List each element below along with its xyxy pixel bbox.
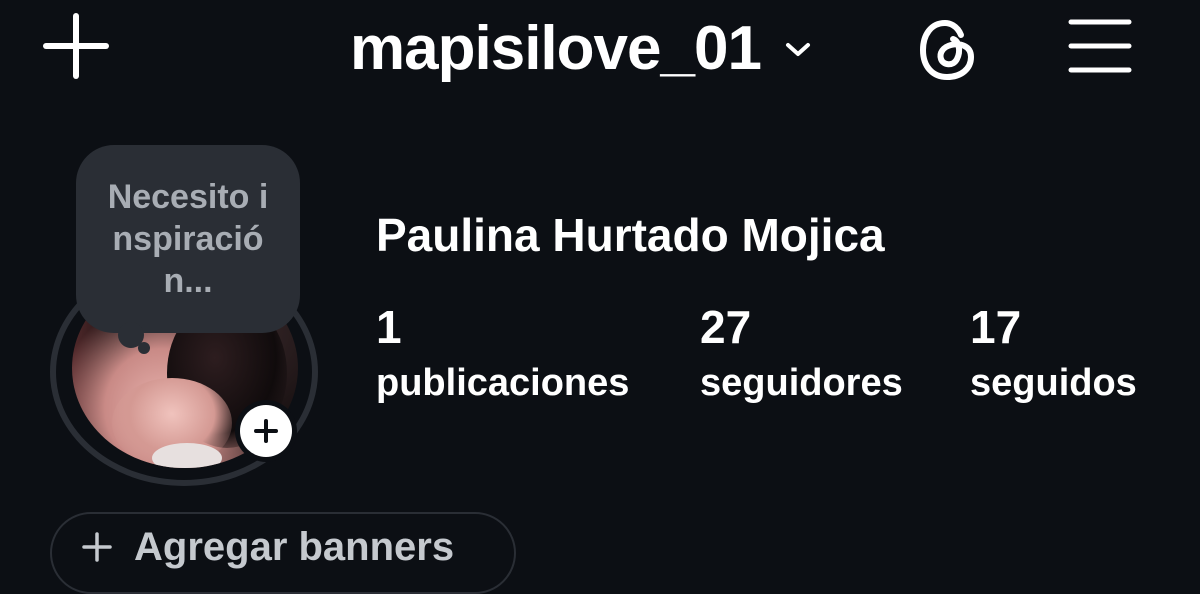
- add-banners-button[interactable]: Agregar banners: [50, 512, 516, 594]
- stat-followers[interactable]: 27 seguidores: [700, 300, 903, 406]
- threads-icon[interactable]: [910, 12, 986, 88]
- note-bubble[interactable]: Necesito inspiración...: [76, 145, 300, 333]
- add-banners-label: Agregar banners: [134, 524, 455, 569]
- stat-following[interactable]: 17 seguidos: [970, 300, 1137, 406]
- username: mapisilove_01: [350, 13, 762, 83]
- stat-posts[interactable]: 1 publicaciones: [376, 300, 629, 406]
- account-switcher[interactable]: mapisilove_01: [350, 8, 813, 88]
- stat-followers-label: seguidores: [700, 362, 903, 404]
- note-text: Necesito inspiración...: [107, 178, 269, 300]
- stat-followers-count: 27: [700, 301, 752, 353]
- stat-following-count: 17: [970, 301, 1022, 353]
- note-bubble-tail-dot: [138, 342, 150, 354]
- create-plus-icon[interactable]: [40, 10, 112, 82]
- chevron-down-icon: [783, 35, 813, 65]
- plus-icon: [240, 405, 292, 457]
- stat-following-label: seguidos: [970, 362, 1137, 404]
- profile-full-name: Paulina Hurtado Mojica: [376, 209, 885, 261]
- add-story-button[interactable]: [235, 400, 297, 462]
- plus-icon: [80, 530, 114, 564]
- stat-posts-count: 1: [376, 301, 402, 353]
- stat-posts-label: publicaciones: [376, 362, 630, 404]
- hamburger-menu-icon[interactable]: [1062, 12, 1138, 80]
